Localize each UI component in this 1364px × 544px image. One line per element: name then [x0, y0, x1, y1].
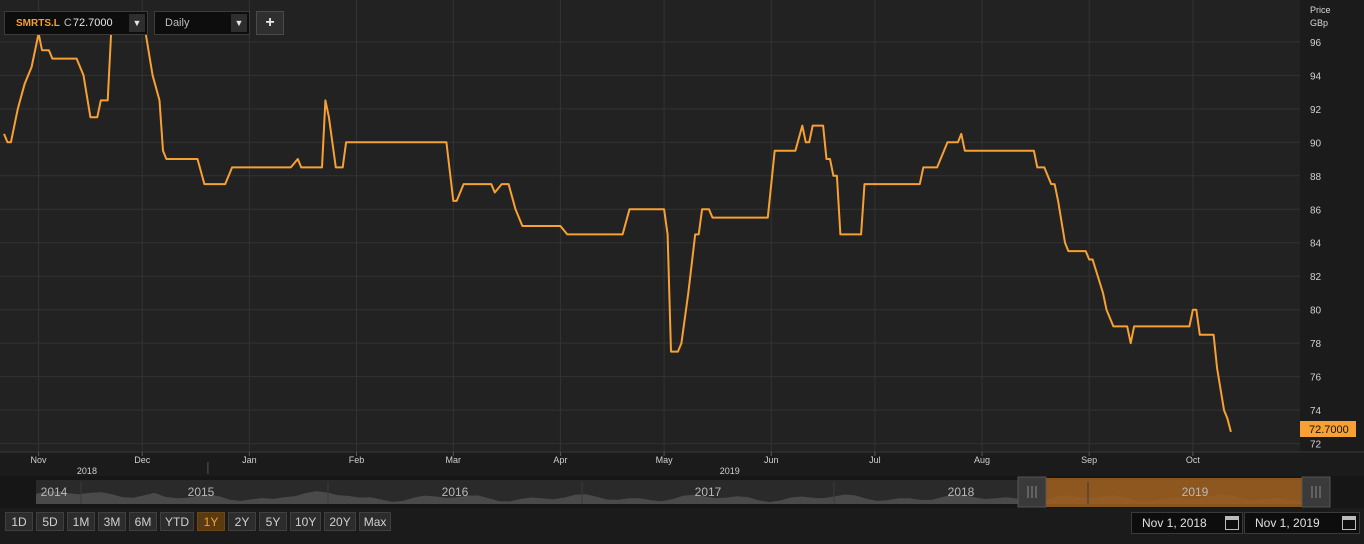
x-tick-label: Aug [974, 455, 990, 465]
start-date-value: Nov 1, 2018 [1142, 516, 1207, 530]
x-tick-label: Feb [349, 455, 365, 465]
x-tick-label: Jun [764, 455, 779, 465]
price-chart[interactable]: 72 74 76 78 80 82 84 86 88 90 92 94 96 Price GBp 72.… [0, 0, 1364, 544]
x-tick-label: Jul [869, 455, 881, 465]
x-tick-label: Sep [1081, 455, 1097, 465]
price-axis-background [1300, 0, 1364, 452]
range-button-1m[interactable]: 1M [67, 512, 95, 531]
navigator-right-handle[interactable] [1301, 476, 1331, 508]
y-tick-label: 74 [1310, 406, 1322, 417]
add-series-button[interactable]: + [256, 11, 284, 35]
interval-label: Daily [165, 17, 190, 29]
navigator-selection[interactable] [1046, 478, 1302, 507]
symbol-label: SMRTS.L [16, 17, 60, 29]
x-year-label: 2019 [720, 466, 740, 476]
x-tick-label: Jan [242, 455, 257, 465]
start-date-input[interactable]: Nov 1, 2018 [1131, 512, 1243, 534]
y-tick-label: 88 [1310, 172, 1322, 183]
chevron-down-icon: ▼ [129, 14, 145, 32]
navigator-year-label: 2016 [442, 485, 469, 499]
symbol-dropdown[interactable]: SMRTS.L C 72.7000 ▼ [4, 11, 148, 35]
y-tick-label: 86 [1310, 205, 1322, 216]
range-button-5y[interactable]: 5Y [259, 512, 287, 531]
range-button-5d[interactable]: 5D [36, 512, 64, 531]
x-tick-label: May [656, 455, 674, 465]
range-button-1d[interactable]: 1D [5, 512, 33, 531]
axis-title-unit: GBp [1310, 18, 1328, 28]
x-tick-label: Oct [1186, 455, 1201, 465]
navigator-year-label: 2017 [695, 485, 722, 499]
range-button-ytd[interactable]: YTD [160, 512, 194, 531]
close-label: C [63, 17, 72, 29]
y-tick-label: 96 [1310, 38, 1322, 49]
navigator-year-label: 2018 [948, 485, 975, 499]
y-tick-label: 78 [1310, 339, 1322, 350]
range-button-3m[interactable]: 3M [98, 512, 126, 531]
y-tick-label: 76 [1310, 373, 1322, 384]
x-tick-label: Apr [553, 455, 567, 465]
x-tick-label: Mar [446, 455, 462, 465]
y-tick-label: 72 [1310, 440, 1322, 451]
navigator-left-handle[interactable] [1017, 476, 1047, 508]
end-date-input[interactable]: Nov 1, 2019 [1244, 512, 1360, 534]
chart-toolbar: SMRTS.L C 72.7000 ▼ Daily ▼ + [4, 11, 284, 35]
navigator-year-label: 2015 [188, 485, 215, 499]
date-axis: Nov Dec Jan Feb Mar Apr May Jun Jul Aug Sep Oct 2018… [31, 452, 1201, 476]
y-tick-label: 80 [1310, 306, 1322, 317]
navigator-year-label: 2019 [1182, 485, 1209, 499]
range-button-max[interactable]: Max [358, 512, 392, 531]
plot-background [0, 0, 1364, 452]
y-tick-label: 82 [1310, 272, 1322, 283]
axis-title-price: Price [1310, 5, 1331, 15]
y-tick-label: 94 [1310, 71, 1322, 82]
calendar-icon[interactable] [1225, 516, 1239, 530]
calendar-icon[interactable] [1342, 516, 1356, 530]
range-button-6m[interactable]: 6M [129, 512, 157, 531]
end-date-value: Nov 1, 2019 [1255, 516, 1320, 530]
range-button-1y[interactable]: 1Y [197, 512, 225, 531]
y-tick-label: 90 [1310, 138, 1322, 149]
range-buttons: 1D 5D 1M 3M 6M YTD 1Y 2Y 5Y 10Y 20Y Max [5, 512, 392, 531]
x-year-label: 2018 [77, 466, 97, 476]
interval-dropdown[interactable]: Daily ▼ [154, 11, 250, 35]
x-tick-label: Dec [134, 455, 151, 465]
range-button-20y[interactable]: 20Y [324, 512, 356, 531]
x-tick-label: Nov [31, 455, 48, 465]
chevron-down-icon: ▼ [231, 14, 247, 32]
close-value: 72.7000 [72, 17, 113, 29]
y-tick-label: 92 [1310, 105, 1322, 116]
last-price-label: 72.7000 [1309, 424, 1349, 436]
plus-icon: + [265, 14, 275, 31]
range-button-10y[interactable]: 10Y [290, 512, 322, 531]
y-tick-label: 84 [1310, 239, 1322, 250]
range-button-2y[interactable]: 2Y [228, 512, 256, 531]
navigator-year-label: 2014 [41, 485, 68, 499]
